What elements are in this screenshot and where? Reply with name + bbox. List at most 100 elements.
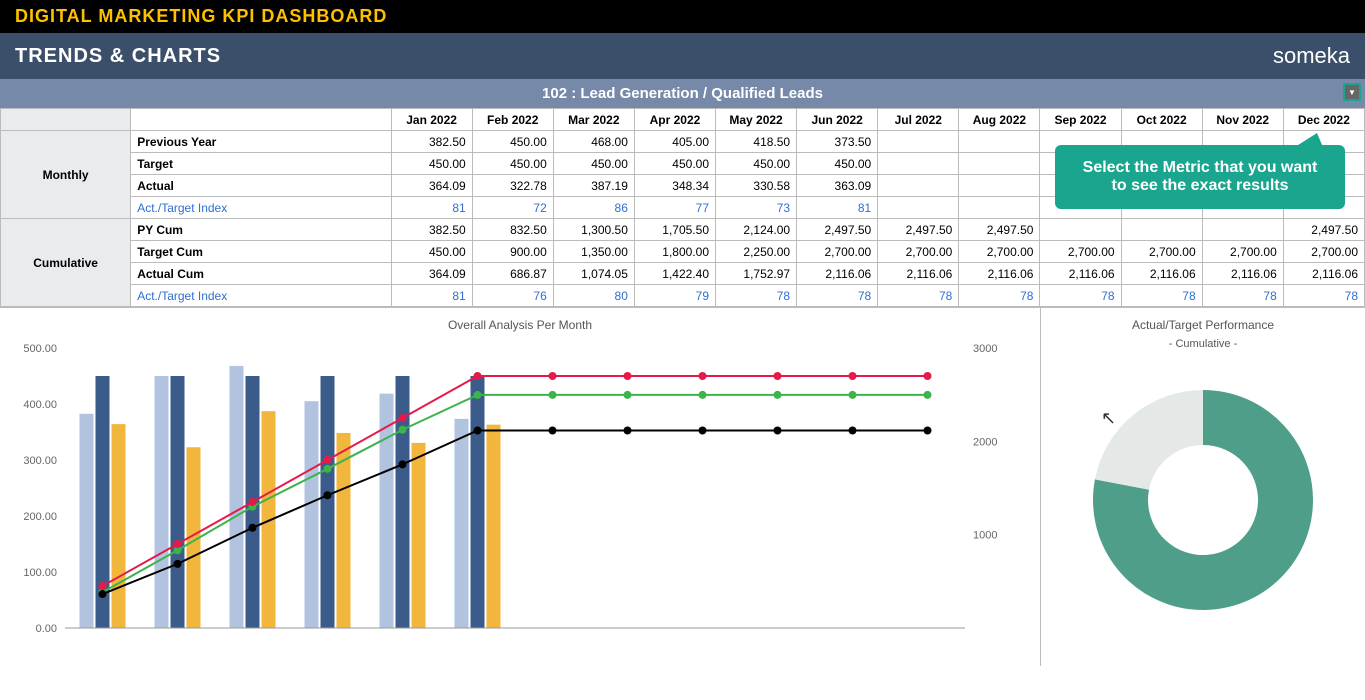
- metric-selector-band: 102 : Lead Generation / Qualified Leads …: [0, 79, 1365, 108]
- cell[interactable]: 81: [797, 197, 878, 219]
- cell[interactable]: [878, 153, 959, 175]
- table-row: Actual Cum364.09686.871,074.051,422.401,…: [1, 263, 1365, 285]
- cell[interactable]: 2,124.00: [716, 219, 797, 241]
- combo-chart-svg: 0.00100.00200.00300.00400.00500.00100020…: [5, 338, 1035, 658]
- cell[interactable]: 2,497.50: [878, 219, 959, 241]
- cell[interactable]: 78: [716, 285, 797, 307]
- cell[interactable]: 73: [716, 197, 797, 219]
- cell[interactable]: 1,300.50: [553, 219, 634, 241]
- cell[interactable]: 2,250.00: [716, 241, 797, 263]
- cell[interactable]: 78: [1283, 285, 1364, 307]
- cell[interactable]: 2,116.06: [878, 263, 959, 285]
- cell[interactable]: 450.00: [391, 153, 472, 175]
- cell[interactable]: 78: [959, 285, 1040, 307]
- cell[interactable]: [959, 131, 1040, 153]
- cell[interactable]: 2,700.00: [1040, 241, 1121, 263]
- cell[interactable]: 2,116.06: [1283, 263, 1364, 285]
- cell[interactable]: 405.00: [634, 131, 715, 153]
- cell[interactable]: 1,074.05: [553, 263, 634, 285]
- cell[interactable]: 1,752.97: [716, 263, 797, 285]
- month-header: Jul 2022: [878, 109, 959, 131]
- cell[interactable]: 348.34: [634, 175, 715, 197]
- cell[interactable]: 2,116.06: [1121, 263, 1202, 285]
- blank-header-2: [131, 109, 391, 131]
- cell[interactable]: 78: [797, 285, 878, 307]
- cell[interactable]: 382.50: [391, 131, 472, 153]
- cell[interactable]: 1,705.50: [634, 219, 715, 241]
- cell[interactable]: 450.00: [716, 153, 797, 175]
- cell[interactable]: 79: [634, 285, 715, 307]
- cell[interactable]: 468.00: [553, 131, 634, 153]
- cell[interactable]: 80: [553, 285, 634, 307]
- cell[interactable]: 81: [391, 197, 472, 219]
- cell[interactable]: 364.09: [391, 263, 472, 285]
- cell[interactable]: 78: [1121, 285, 1202, 307]
- cell[interactable]: 387.19: [553, 175, 634, 197]
- cell[interactable]: [878, 175, 959, 197]
- table-row: Act./Target Index81768079787878787878787…: [1, 285, 1365, 307]
- cell[interactable]: 2,116.06: [1202, 263, 1283, 285]
- cell[interactable]: 2,700.00: [797, 241, 878, 263]
- cell[interactable]: 76: [472, 285, 553, 307]
- cell[interactable]: 81: [391, 285, 472, 307]
- cell[interactable]: 364.09: [391, 175, 472, 197]
- dashboard-title: DIGITAL MARKETING KPI DASHBOARD: [0, 0, 1365, 33]
- cell[interactable]: 2,700.00: [878, 241, 959, 263]
- cell[interactable]: 2,116.06: [959, 263, 1040, 285]
- cell[interactable]: 72: [472, 197, 553, 219]
- table-row: CumulativePY Cum382.50832.501,300.501,70…: [1, 219, 1365, 241]
- chart-title: Overall Analysis Per Month: [5, 318, 1035, 332]
- cell[interactable]: 363.09: [797, 175, 878, 197]
- svg-text:2000: 2000: [973, 436, 997, 448]
- cell[interactable]: 1,350.00: [553, 241, 634, 263]
- cell[interactable]: [959, 153, 1040, 175]
- cell[interactable]: 2,497.50: [797, 219, 878, 241]
- cell[interactable]: 450.00: [553, 153, 634, 175]
- cell[interactable]: 2,497.50: [959, 219, 1040, 241]
- cell[interactable]: [878, 131, 959, 153]
- chevron-down-icon: ▼: [1348, 88, 1356, 97]
- cell[interactable]: 330.58: [716, 175, 797, 197]
- cell[interactable]: 78: [878, 285, 959, 307]
- cell[interactable]: 900.00: [472, 241, 553, 263]
- cell[interactable]: [878, 197, 959, 219]
- cell[interactable]: 373.50: [797, 131, 878, 153]
- cell[interactable]: 77: [634, 197, 715, 219]
- cell[interactable]: [1040, 219, 1121, 241]
- cell[interactable]: 450.00: [391, 241, 472, 263]
- cell[interactable]: 382.50: [391, 219, 472, 241]
- cell[interactable]: [1121, 219, 1202, 241]
- cell[interactable]: 418.50: [716, 131, 797, 153]
- cell[interactable]: 78: [1202, 285, 1283, 307]
- cell[interactable]: [959, 175, 1040, 197]
- cell[interactable]: 450.00: [472, 153, 553, 175]
- cell[interactable]: 2,700.00: [1121, 241, 1202, 263]
- table-row: Target Cum450.00900.001,350.001,800.002,…: [1, 241, 1365, 263]
- cell[interactable]: 86: [553, 197, 634, 219]
- cell[interactable]: 450.00: [797, 153, 878, 175]
- metric-dropdown-button[interactable]: ▼: [1343, 83, 1361, 101]
- cell[interactable]: 450.00: [472, 131, 553, 153]
- cell[interactable]: 1,800.00: [634, 241, 715, 263]
- cell[interactable]: 2,116.06: [1040, 263, 1121, 285]
- cell[interactable]: 1,422.40: [634, 263, 715, 285]
- cell[interactable]: 78: [1040, 285, 1121, 307]
- cell[interactable]: 2,700.00: [1202, 241, 1283, 263]
- charts-row: Overall Analysis Per Month 0.00100.00200…: [0, 307, 1365, 666]
- chart-main: Overall Analysis Per Month 0.00100.00200…: [0, 308, 1041, 666]
- month-header: Jun 2022: [797, 109, 878, 131]
- donut-chart-svg: [1053, 350, 1353, 630]
- cell[interactable]: 2,116.06: [797, 263, 878, 285]
- cell[interactable]: [1202, 219, 1283, 241]
- cell[interactable]: 322.78: [472, 175, 553, 197]
- cell[interactable]: [959, 197, 1040, 219]
- svg-text:0.00: 0.00: [36, 623, 57, 635]
- cell[interactable]: 450.00: [634, 153, 715, 175]
- cell[interactable]: 2,700.00: [1283, 241, 1364, 263]
- cell[interactable]: 2,497.50: [1283, 219, 1364, 241]
- cell[interactable]: 2,700.00: [959, 241, 1040, 263]
- svg-text:1000: 1000: [973, 530, 997, 542]
- month-header: Apr 2022: [634, 109, 715, 131]
- cell[interactable]: 686.87: [472, 263, 553, 285]
- cell[interactable]: 832.50: [472, 219, 553, 241]
